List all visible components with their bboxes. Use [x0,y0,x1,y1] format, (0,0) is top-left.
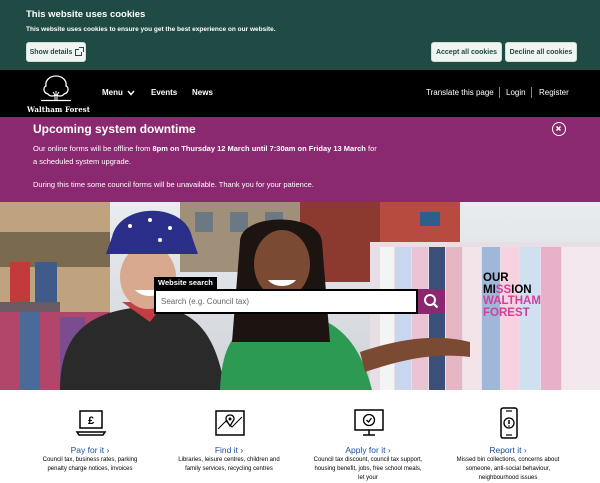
nav-events[interactable]: Events [151,88,177,97]
search-icon [424,294,439,309]
search-input[interactable] [154,289,418,314]
alert-title: Upcoming system downtime [33,122,196,136]
service-pay[interactable]: £ Pay for it › Council tax, business rat… [35,390,145,480]
nav-news[interactable]: News [192,88,213,97]
service-description: Missed bin collections, concerns about s… [456,457,560,481]
mission-text: MI [483,283,496,296]
cookie-banner: This website uses cookies This website u… [0,0,600,70]
decline-cookies-button[interactable]: Decline all cookies [505,42,577,62]
service-description: Council tax discount, council tax suppor… [313,457,423,481]
register-link[interactable]: Register [539,88,569,97]
divider [499,87,500,98]
tree-logo-icon [41,75,71,102]
search-button[interactable] [418,289,445,314]
service-label: Pay for it [70,445,105,455]
mission-text: ION [511,283,532,296]
mission-line: FOREST [483,306,530,319]
close-icon [555,125,562,132]
monitor-check-icon [354,409,384,436]
service-link[interactable]: Apply for it › [313,445,423,455]
service-label: Report it [489,445,522,455]
chevron-down-icon [127,90,135,96]
laptop-pound-icon: £ [75,410,107,436]
phone-alert-icon [500,407,518,439]
services-grid: £ Pay for it › Council tax, business rat… [0,390,600,481]
service-description: Libraries, leisure centres, children and… [178,457,280,472]
show-details-button[interactable]: Show details [26,42,86,62]
search-label: Website search [154,277,217,289]
map-pin-icon [215,410,245,436]
nav-menu-label: Menu [102,88,123,97]
svg-text:£: £ [88,415,94,427]
show-details-label: Show details [29,48,73,56]
divider [531,87,532,98]
alert-text: Our online forms will be offline from [33,144,153,153]
mission-line: WALTHAM [483,295,541,307]
alert-message: Our online forms will be offline from 8p… [33,142,378,168]
mission-text-accent: SS [495,283,512,296]
login-link[interactable]: Login [506,88,526,97]
external-link-icon [75,46,85,56]
service-label: Find it [214,445,238,455]
cookie-text: This website uses cookies to ensure you … [26,26,276,33]
site-header: Waltham Forest Menu Events News Translat… [0,70,600,117]
downtime-alert: Upcoming system downtime Our online form… [0,117,600,202]
site-logo[interactable]: Waltham Forest [25,74,91,114]
alert-note: During this time some council forms will… [33,180,314,189]
cookie-title: This website uses cookies [26,9,146,20]
service-find[interactable]: Find it › Libraries, leisure centres, ch… [174,390,284,480]
service-link[interactable]: Find it › [174,445,284,455]
service-description: Council tax, business rates, parking pen… [42,457,138,472]
service-link[interactable]: Report it › [453,445,563,455]
service-label: Apply for it [345,445,386,455]
alert-date-range: 8pm on Thursday 12 March until 7:30am on… [152,144,366,153]
accept-cookies-button[interactable]: Accept all cookies [431,42,502,62]
service-apply[interactable]: Apply for it › Council tax discount, cou… [313,390,423,481]
service-report[interactable]: Report it › Missed bin collections, conc… [453,390,563,481]
close-alert-button[interactable] [552,122,566,136]
our-mission-logo: OUR MISSION WALTHAM FOREST [483,272,541,319]
service-link[interactable]: Pay for it › [35,445,145,455]
nav-menu[interactable]: Menu [102,88,135,97]
logo-text: Waltham Forest [27,105,91,114]
translate-link[interactable]: Translate this page [426,88,494,97]
